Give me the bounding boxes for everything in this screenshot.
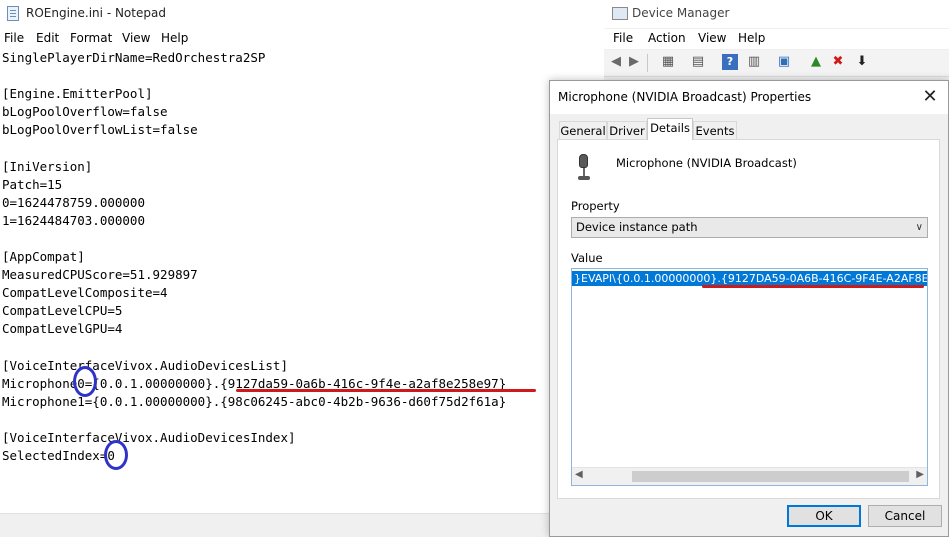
notepad-horizontal-scrollbar[interactable] xyxy=(0,513,605,531)
blue-circle-annotation xyxy=(104,440,128,470)
menu-file[interactable]: File xyxy=(4,31,24,45)
property-select[interactable]: Device instance path ∨ xyxy=(571,217,928,238)
scroll-right-icon[interactable]: ▶ xyxy=(916,469,924,480)
scan-icon[interactable]: ⬇ xyxy=(854,54,870,70)
view-icon[interactable]: ▥ xyxy=(746,54,762,70)
properties-dialog: Microphone (NVIDIA Broadcast) Properties… xyxy=(549,80,949,537)
monitor-icon[interactable]: ▣ xyxy=(776,54,792,70)
notepad-text-area[interactable]: SinglePlayerDirName=RedOrchestra2SP [Eng… xyxy=(2,49,602,465)
text-line xyxy=(2,230,602,248)
properties-icon[interactable]: ▦ xyxy=(660,54,676,70)
tab-events[interactable]: Events xyxy=(693,121,737,139)
text-line: bLogPoolOverflowList=false xyxy=(2,122,198,138)
dm-menu-file[interactable]: File xyxy=(613,31,633,45)
notepad-window: ROEngine.ini - Notepad File Edit Format … xyxy=(0,0,606,537)
text-line: bLogPoolOverflow=false xyxy=(2,104,168,120)
back-arrow-icon[interactable]: ◀ xyxy=(608,54,624,70)
text-line: Microphone1={0.0.1.00000000}.{98c06245-a… xyxy=(2,393,507,409)
scrollbar-thumb[interactable] xyxy=(632,471,909,482)
device-manager-title-bar: Device Manager xyxy=(604,0,949,28)
chevron-down-icon: ∨ xyxy=(915,222,923,233)
text-line: MeasuredCPUScore=51.929897 xyxy=(2,267,198,283)
tab-driver[interactable]: Driver xyxy=(607,121,647,139)
menu-view[interactable]: View xyxy=(122,31,150,45)
text-line: [VoiceInterfaceVivox.AudioDevicesIndex] xyxy=(2,429,296,445)
text-line xyxy=(2,67,602,85)
menu-edit[interactable]: Edit xyxy=(36,31,59,45)
value-item-selected[interactable]: }EVAPI\{0.0.1.00000000}.{9127DA59-0A6B-4… xyxy=(572,271,927,286)
details-icon[interactable]: ▤ xyxy=(690,54,706,70)
value-horizontal-scrollbar[interactable]: ◀ ▶ xyxy=(572,467,927,485)
dm-menu-view[interactable]: View xyxy=(698,31,726,45)
red-underline-annotation xyxy=(702,285,924,288)
device-name: Microphone (NVIDIA Broadcast) xyxy=(616,156,797,170)
text-line: [AppCompat] xyxy=(2,249,85,265)
text-line xyxy=(2,139,602,157)
notepad-title: ROEngine.ini - Notepad xyxy=(26,6,166,20)
toolbar-separator xyxy=(647,54,648,72)
dialog-title-bar: Microphone (NVIDIA Broadcast) Properties… xyxy=(550,81,948,114)
help-icon[interactable]: ? xyxy=(722,54,738,70)
value-label: Value xyxy=(571,251,603,265)
text-line xyxy=(2,339,602,357)
cancel-button[interactable]: Cancel xyxy=(868,505,942,527)
device-manager-title: Device Manager xyxy=(632,6,730,20)
close-icon[interactable]: ✕ xyxy=(920,86,940,107)
device-manager-menu-bar: File Action View Help xyxy=(604,29,949,49)
red-underline-annotation xyxy=(236,389,536,392)
text-line: [IniVersion] xyxy=(2,158,93,174)
dm-menu-action[interactable]: Action xyxy=(648,31,686,45)
device-manager-toolbar: ◀ ▶ ▦ ▤ ? ▥ ▣ ▲ ✖ ⬇ xyxy=(604,50,949,77)
text-line: Patch=15 xyxy=(2,176,63,192)
text-line: 0=1624478759.000000 xyxy=(2,194,145,210)
menu-format[interactable]: Format xyxy=(70,31,112,45)
microphone-icon xyxy=(576,154,592,184)
tab-general[interactable]: General xyxy=(559,121,607,139)
text-line: [Engine.EmitterPool] xyxy=(2,86,153,102)
notepad-title-bar: ROEngine.ini - Notepad xyxy=(0,0,605,29)
notepad-menu-bar: File Edit Format View Help xyxy=(0,29,605,49)
forward-arrow-icon[interactable]: ▶ xyxy=(626,54,642,70)
text-line: SinglePlayerDirName=RedOrchestra2SP xyxy=(2,50,266,65)
uninstall-icon[interactable]: ✖ xyxy=(830,54,846,70)
details-tab-panel: Microphone (NVIDIA Broadcast) Property D… xyxy=(557,139,940,499)
property-label: Property xyxy=(571,199,620,213)
text-line: CompatLevelComposite=4 xyxy=(2,285,168,301)
text-line: SelectedIndex=0 xyxy=(2,448,115,464)
dialog-title: Microphone (NVIDIA Broadcast) Properties xyxy=(558,90,812,104)
scroll-left-icon[interactable]: ◀ xyxy=(575,469,583,480)
notepad-status-bar xyxy=(0,530,605,537)
text-line: CompatLevelCPU=5 xyxy=(2,303,123,319)
property-select-value: Device instance path xyxy=(576,220,698,234)
text-line xyxy=(2,411,602,429)
device-manager-icon xyxy=(612,7,628,20)
dm-menu-help[interactable]: Help xyxy=(738,31,765,45)
update-driver-icon[interactable]: ▲ xyxy=(808,54,824,70)
value-list[interactable]: }EVAPI\{0.0.1.00000000}.{9127DA59-0A6B-4… xyxy=(571,268,928,486)
text-line: 1=1624484703.000000 xyxy=(2,212,145,228)
blue-circle-annotation xyxy=(73,366,97,397)
ok-button[interactable]: OK xyxy=(787,505,861,527)
notepad-icon xyxy=(7,6,19,21)
tab-details[interactable]: Details xyxy=(647,118,693,140)
menu-help[interactable]: Help xyxy=(161,31,188,45)
text-line: CompatLevelGPU=4 xyxy=(2,321,123,337)
